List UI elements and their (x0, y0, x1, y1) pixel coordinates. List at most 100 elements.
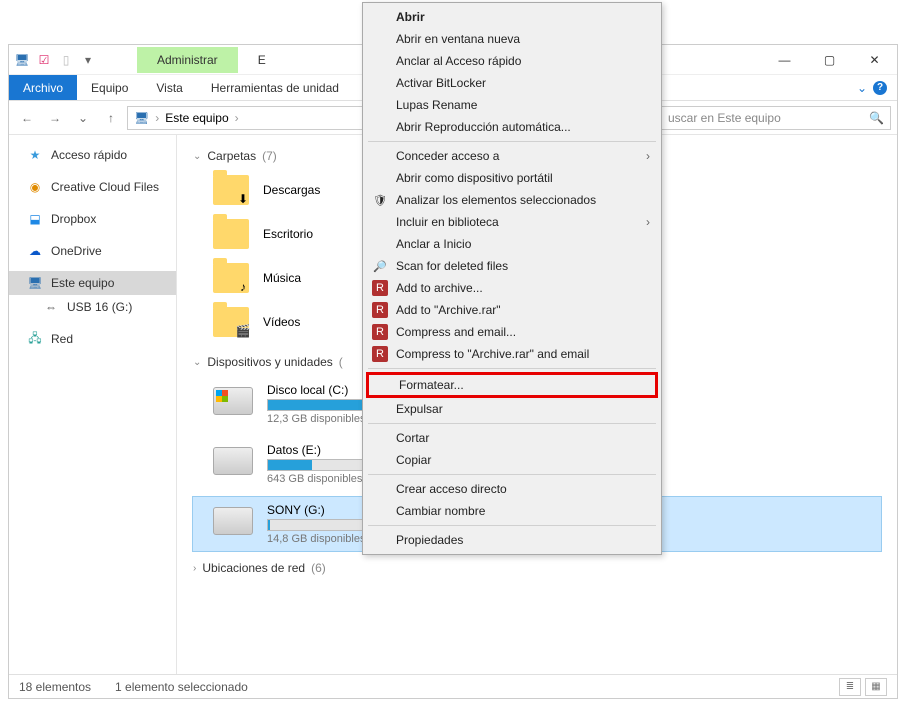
breadcrumb-item[interactable]: Este equipo (165, 111, 228, 125)
folder-icon: 🎬 (213, 307, 249, 337)
nav-back-icon[interactable]: ← (15, 106, 39, 130)
context-menu-item[interactable]: Activar BitLocker (366, 72, 658, 94)
context-menu-item[interactable]: Propiedades (366, 529, 658, 551)
context-menu-item[interactable]: Abrir Reproducción automática... (366, 116, 658, 138)
menu-item-icon: R (372, 302, 388, 318)
view-icons-button[interactable]: ▦ (865, 678, 887, 696)
folder-badge-icon: 🎬 (235, 323, 251, 339)
group-header-network[interactable]: › Ubicaciones de red (6) (193, 561, 881, 575)
context-menu-item[interactable]: Abrir en ventana nueva (366, 28, 658, 50)
folder-badge-icon: ♪ (235, 279, 251, 295)
context-menu-item[interactable]: Formatear... (369, 375, 655, 395)
menu-item-label: Activar BitLocker (396, 76, 486, 90)
context-menu-item[interactable]: R Compress and email... (366, 321, 658, 343)
context-menu-item[interactable]: Abrir como dispositivo portátil (366, 167, 658, 189)
group-count: (6) (311, 561, 326, 575)
group-count: (7) (262, 149, 277, 163)
context-menu-item[interactable]: Cortar (366, 427, 658, 449)
qat-new-icon[interactable]: ▯ (57, 51, 75, 69)
sidebar-item[interactable]: 🖥Este equipo (9, 271, 176, 295)
nav-recent-icon[interactable]: ⌄ (71, 106, 95, 130)
menu-item-label: Propiedades (396, 533, 463, 547)
context-menu-item[interactable]: RAdd to "Archive.rar" (366, 299, 658, 321)
context-menu-item[interactable]: Lupas Rename (366, 94, 658, 116)
context-menu-item[interactable]: RAdd to archive... (366, 277, 658, 299)
sidebar-item-icon: ★ (27, 147, 43, 163)
breadcrumb-root-icon: 🖥 (134, 111, 149, 125)
sidebar-item-label: Acceso rápido (51, 148, 127, 162)
ribbon-tab[interactable]: Equipo (77, 75, 142, 100)
menu-item-label: Cortar (396, 431, 429, 445)
menu-item-label: Anclar a Inicio (396, 237, 471, 251)
context-menu-separator (368, 141, 656, 142)
folder-label: Música (263, 271, 301, 285)
nav-up-icon[interactable]: ↑ (99, 106, 123, 130)
view-details-button[interactable]: ≣ (839, 678, 861, 696)
menu-item-label: Conceder acceso a (396, 149, 499, 163)
group-count: ( (339, 355, 343, 369)
ribbon-collapse-icon[interactable]: ⌄ (857, 81, 867, 95)
menu-item-label: Scan for deleted files (396, 259, 508, 273)
sidebar-item[interactable]: ★ Acceso rápido (9, 143, 176, 167)
qat-properties-icon[interactable]: ☑ (35, 51, 53, 69)
menu-item-label: Abrir como dispositivo portátil (396, 171, 553, 185)
menu-item-icon: 🔎 (372, 258, 388, 274)
sidebar-item-icon: ◉ (27, 179, 43, 195)
context-menu-item[interactable]: Anclar al Acceso rápido (366, 50, 658, 72)
sidebar-item[interactable]: ⬓ Dropbox (9, 207, 176, 231)
submenu-arrow-icon: › (646, 215, 650, 229)
breadcrumb-separator-icon: › (155, 111, 159, 125)
sidebar-item[interactable]: ◉ Creative Cloud Files (9, 175, 176, 199)
menu-item-label: Copiar (396, 453, 431, 467)
menu-item-icon: R (372, 324, 388, 340)
nav-forward-icon[interactable]: → (43, 106, 67, 130)
ribbon-context-tab[interactable]: Administrar (137, 47, 238, 73)
context-menu-item[interactable]: Expulsar (366, 398, 658, 420)
minimize-button[interactable]: — (762, 45, 807, 75)
search-placeholder: uscar en Este equipo (668, 111, 781, 125)
sidebar-item-icon: ⬓ (27, 211, 43, 227)
menu-item-label: Analizar los elementos seleccionados (396, 193, 596, 207)
context-menu-item[interactable]: 🔎 Scan for deleted files (366, 255, 658, 277)
context-menu-item[interactable]: Conceder acceso a› (366, 145, 658, 167)
context-menu-item[interactable]: 🛡Analizar los elementos seleccionados (366, 189, 658, 211)
sidebar-item[interactable]: ⇔USB 16 (G:) (9, 295, 176, 319)
nav-tree: ★ Acceso rápido ◉ Creative Cloud Files ⬓ Drop… (9, 135, 177, 674)
chevron-down-icon: ⌄ (193, 357, 201, 368)
menu-item-label: Crear acceso directo (396, 482, 507, 496)
maximize-button[interactable]: ▢ (807, 45, 852, 75)
context-menu-separator (368, 474, 656, 475)
context-menu-item[interactable]: Crear acceso directo (366, 478, 658, 500)
context-menu-item[interactable]: Anclar a Inicio (366, 233, 658, 255)
group-title: Dispositivos y unidades (207, 355, 332, 369)
context-menu-item[interactable]: R Compress to "Archive.rar" and email (366, 343, 658, 365)
menu-item-icon: R (372, 346, 388, 362)
ribbon-tab[interactable]: Herramientas de unidad (197, 75, 353, 100)
context-menu-item[interactable]: Incluir en biblioteca› (366, 211, 658, 233)
context-menu-item[interactable]: Copiar (366, 449, 658, 471)
qat-dropdown-icon[interactable]: ▾ (79, 51, 97, 69)
context-menu-item[interactable]: Cambiar nombre (366, 500, 658, 522)
sidebar-item-label: Red (51, 332, 73, 346)
context-menu-separator (368, 525, 656, 526)
view-switcher: ≣ ▦ (839, 678, 887, 696)
search-icon: 🔍 (869, 111, 884, 125)
sidebar-item[interactable]: 🖧Red (9, 327, 176, 351)
sidebar-item-label: Dropbox (51, 212, 96, 226)
context-menu-item[interactable]: Abrir (366, 6, 658, 28)
menu-item-label: Expulsar (396, 402, 443, 416)
menu-item-label: Compress and email... (396, 325, 516, 339)
search-input[interactable]: uscar en Este equipo 🔍 (661, 106, 891, 130)
sidebar-item[interactable]: ☁OneDrive (9, 239, 176, 263)
file-tab[interactable]: Archivo (9, 75, 77, 100)
ribbon-tab[interactable]: Vista (142, 75, 196, 100)
status-item-count: 18 elementos (19, 680, 91, 694)
chevron-right-icon: › (193, 563, 196, 574)
sidebar-item-label: Creative Cloud Files (51, 180, 159, 194)
context-menu-highlighted: Formatear... (366, 372, 658, 398)
close-button[interactable]: ✕ (852, 45, 897, 75)
menu-item-label: Compress to "Archive.rar" and email (396, 347, 589, 361)
menu-item-icon: R (372, 280, 388, 296)
status-selection: 1 elemento seleccionado (115, 680, 248, 694)
help-icon[interactable]: ? (873, 81, 887, 95)
